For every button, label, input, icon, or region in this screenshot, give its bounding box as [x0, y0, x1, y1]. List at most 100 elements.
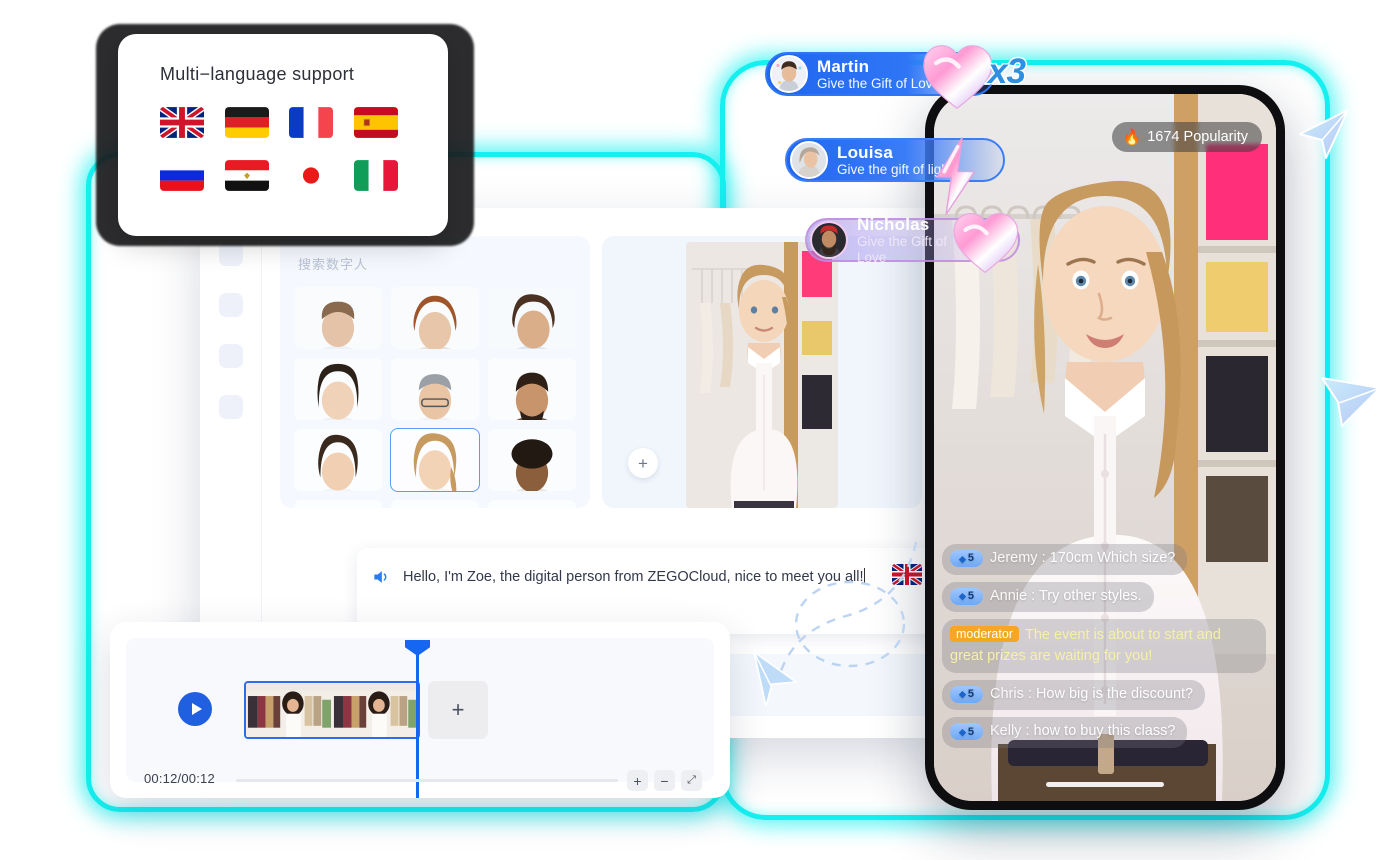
gift-subtitle: Give the Gift of Love [817, 75, 941, 91]
timeline-clip[interactable] [244, 681, 420, 739]
avatar [810, 221, 848, 259]
chat-separator: : [1025, 723, 1030, 740]
play-button[interactable] [178, 692, 212, 726]
phone-screen: 🔥 1674 Popularity ◆ 5 Jeremy : 170cm Whic… [934, 94, 1276, 801]
preview-video [686, 242, 838, 508]
gift-subtitle: Give the Gift of Love [857, 234, 948, 265]
popularity-badge: 🔥 1674 Popularity [1111, 122, 1262, 152]
live-stream-phone: 🔥 1674 Popularity ◆ 5 Jeremy : 170cm Whic… [925, 85, 1285, 810]
level-value: 5 [967, 552, 975, 565]
live-chat-list: ◆ 5 Jeremy : 170cm Which size? ◆ 5 Annie :… [942, 544, 1266, 755]
script-text-value: Hello, I'm Zoe, the digital person from … [403, 569, 864, 585]
diamond-icon: ◆ [958, 553, 966, 564]
avatar-cell[interactable] [488, 500, 576, 508]
chat-separator: : [1031, 587, 1036, 604]
sidebar-item-3[interactable] [218, 344, 243, 368]
cursor-arrow-icon [1299, 109, 1349, 159]
playhead-handle[interactable] [405, 640, 430, 656]
chat-bubble: ◆ 5 Kelly : how to buy this class? [942, 717, 1188, 748]
gift-username: Nicholas [857, 215, 930, 235]
avatar-cell[interactable] [488, 287, 576, 349]
flag-uk-icon [160, 107, 204, 138]
level-value: 5 [967, 589, 975, 602]
timeline-surface: + 00:12/00:12 + − ⤢ [126, 638, 714, 798]
gift-notification-louisa: Louisa Give the gift of light [785, 138, 1005, 182]
flag-egypt-icon [224, 160, 269, 191]
add-clip-button[interactable]: + [428, 681, 488, 739]
gift-subtitle: Give the gift of light [837, 161, 953, 177]
popularity-text: 1674 Popularity [1147, 129, 1248, 145]
chat-text: How big is the discount? [1035, 685, 1194, 702]
add-scene-button[interactable]: + [628, 448, 658, 478]
moderator-bubble: moderator The event is about to start and… [942, 619, 1266, 673]
avatar-search-input[interactable]: 搜索数字人 [294, 252, 576, 287]
avatar-cell[interactable] [488, 429, 576, 491]
avatar-cell[interactable] [294, 429, 382, 491]
avatar-cell-selected[interactable] [390, 428, 480, 492]
language-card-title: Multi−language support [160, 64, 355, 84]
moderator-tag: moderator [950, 626, 1019, 643]
chat-bubble: ◆ 5 Chris : How big is the discount? [942, 679, 1206, 711]
play-icon [191, 703, 202, 715]
gift-username: Martin [817, 56, 870, 76]
level-badge: ◆ 5 [950, 550, 983, 568]
chat-username: Jeremy [990, 550, 1038, 567]
cursor-arrow-icon [1321, 377, 1381, 427]
chat-message: ◆ 5 Jeremy : 170cm Which size? [942, 544, 1266, 575]
gift-username: Louisa [837, 142, 893, 162]
sidebar-item-2[interactable] [218, 293, 243, 317]
level-badge: ◆ 5 [950, 587, 983, 605]
timeline-playhead[interactable] [405, 640, 430, 798]
diamond-icon: ◆ [958, 591, 966, 602]
text-caret [863, 568, 865, 583]
gift-text: Martin Give the Gift of Love [817, 57, 940, 91]
gift-text: Louisa Give the gift of light [837, 143, 953, 177]
avatar [790, 141, 828, 179]
zoom-out-button[interactable]: − [654, 770, 675, 791]
flag-italy-icon [353, 160, 398, 191]
chat-message: ◆ 5 Chris : How big is the discount? [942, 679, 1266, 711]
flag-france-icon [289, 107, 333, 138]
flag-russia-icon [160, 160, 204, 191]
avatar-cell[interactable] [391, 500, 479, 508]
avatar-cell[interactable] [294, 287, 382, 349]
fit-to-screen-button[interactable]: ⤢ [681, 770, 702, 791]
chat-username: Kelly [990, 723, 1022, 740]
chat-line: Jeremy : 170cm Which size? [990, 549, 1175, 569]
chat-separator: : [1027, 685, 1032, 702]
chat-text: Try other styles. [1038, 587, 1142, 604]
flag-grid [160, 107, 418, 191]
flag-germany-icon [224, 107, 269, 138]
chat-message: ◆ 5 Annie : Try other styles. [942, 581, 1266, 613]
zoom-in-button[interactable]: + [627, 770, 648, 791]
timeline-track[interactable] [236, 779, 618, 782]
avatar-cell[interactable] [294, 500, 382, 508]
avatar [770, 55, 808, 93]
screenshot-root: 搜索数字人 + Hello, I'm Zoe, the digital pers… [0, 0, 1400, 860]
script-text[interactable]: Hello, I'm Zoe, the digital person from … [403, 566, 865, 588]
avatar-cell[interactable] [391, 358, 479, 420]
avatar-cell[interactable] [391, 287, 479, 349]
gift-notification-martin: Martin Give the Gift of Love [765, 52, 995, 96]
avatar-picker-panel: 搜索数字人 [280, 236, 590, 508]
avatar-cell[interactable] [488, 358, 576, 420]
avatar-preview-panel: + [602, 236, 922, 508]
chat-line: Kelly : how to buy this class? [990, 722, 1175, 742]
script-language-flag[interactable] [892, 564, 922, 585]
multi-language-card: Multi−language support [118, 34, 448, 236]
gift-multiplier-badge: x3 [987, 51, 1028, 93]
sidebar-item-4[interactable] [218, 395, 243, 419]
level-badge: ◆ 5 [950, 723, 983, 741]
gift-text: Nicholas Give the Gift of Love [857, 215, 972, 264]
chat-line: Annie : Try other styles. [990, 587, 1142, 607]
flag-japan-icon [289, 160, 333, 191]
chat-separator: : [1041, 550, 1046, 567]
avatar-cell[interactable] [294, 358, 382, 420]
time-display: 00:12/00:12 [144, 771, 215, 786]
chat-line: Chris : How big is the discount? [990, 685, 1193, 705]
chat-bubble: ◆ 5 Jeremy : 170cm Which size? [942, 544, 1188, 575]
speaker-icon [374, 571, 387, 583]
level-value: 5 [967, 687, 975, 700]
chat-message: ◆ 5 Kelly : how to buy this class? [942, 717, 1266, 748]
chat-text: how to buy this class? [1033, 723, 1176, 740]
